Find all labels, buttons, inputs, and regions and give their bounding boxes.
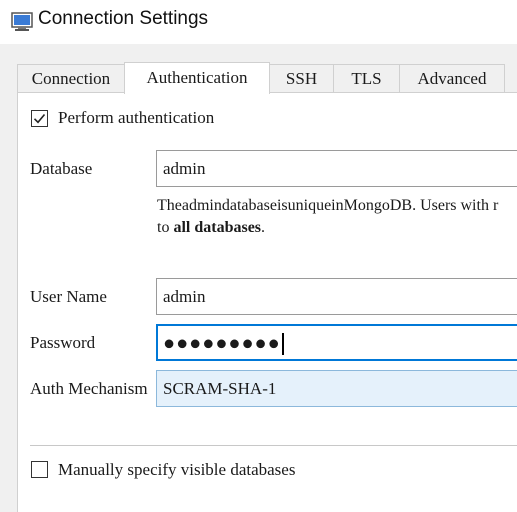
tab-connection[interactable]: Connection [17, 64, 125, 92]
password-label: Password [30, 333, 96, 352]
database-label: Database [30, 159, 93, 178]
perform-authentication-label: Perform authentication [58, 108, 215, 127]
window-title: Connection Settings [38, 8, 209, 29]
tab-ssh[interactable]: SSH [269, 64, 334, 92]
password-mask: ●●●●●●●●● [163, 332, 281, 355]
manual-databases-label: Manually specify visible databases [58, 460, 296, 479]
help-bold-text: all databases [173, 219, 262, 236]
section-divider [30, 445, 517, 446]
title-bar: Connection Settings [0, 0, 517, 44]
tab-advanced[interactable]: Advanced [399, 64, 505, 92]
checkmark-icon [33, 113, 46, 124]
password-input[interactable]: ●●●●●●●●● [156, 324, 517, 361]
help-line-2: to all databases. [157, 219, 266, 236]
database-help-text: TheadmindatabaseisuniqueinMongoDB. Users… [157, 195, 498, 239]
username-label: User Name [30, 287, 107, 306]
manual-databases-checkbox[interactable] [31, 461, 48, 478]
text-caret [281, 333, 284, 356]
tab-authentication[interactable]: Authentication [124, 62, 270, 94]
username-input[interactable]: admin [156, 278, 517, 315]
help-line-1: TheadmindatabaseisuniqueinMongoDB. Users… [157, 197, 499, 214]
auth-mechanism-label: Auth Mechanism [30, 379, 148, 398]
tab-tls[interactable]: TLS [333, 64, 400, 92]
tab-bar: Connection Authentication SSH TLS Advanc… [17, 62, 517, 94]
monitor-icon [11, 12, 33, 31]
database-input[interactable]: admin [156, 150, 517, 187]
perform-authentication-checkbox[interactable] [31, 110, 48, 127]
auth-mechanism-select[interactable]: SCRAM-SHA-1 [156, 370, 517, 407]
